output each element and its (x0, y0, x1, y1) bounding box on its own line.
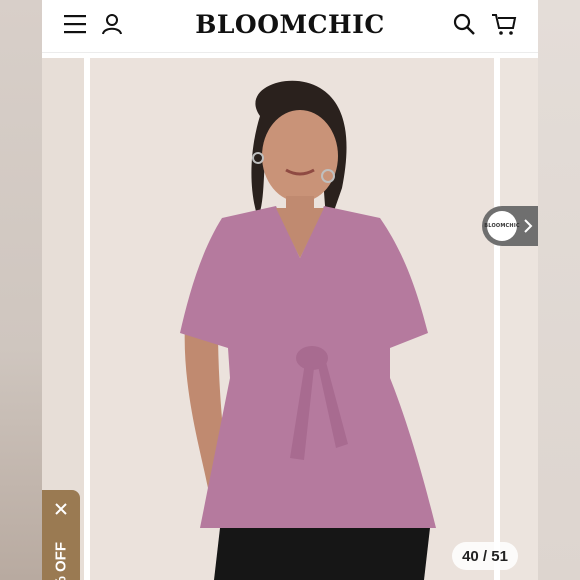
search-icon[interactable] (448, 8, 480, 40)
chevron-right-icon (524, 219, 533, 233)
blurred-right-backdrop (538, 0, 580, 580)
model-illustration (90, 58, 494, 580)
blurred-left-backdrop (0, 0, 42, 580)
product-photo[interactable] (90, 58, 494, 580)
discount-tab[interactable]: % OFF (42, 490, 80, 580)
next-image-button[interactable]: BLOOMCHIC (482, 206, 538, 246)
account-icon[interactable] (96, 8, 128, 40)
brand-thumbnail: BLOOMCHIC (484, 211, 520, 241)
discount-label: % OFF (52, 542, 70, 580)
next-slide-peek[interactable] (500, 58, 538, 580)
brand-logo[interactable]: BLOOMCHIC (192, 4, 388, 44)
close-icon[interactable] (54, 502, 68, 516)
image-counter: 40 / 51 (452, 542, 518, 570)
product-image-gallery[interactable]: BLOOMCHIC 40 / 51 (42, 58, 538, 580)
menu-icon[interactable] (60, 8, 92, 40)
cart-icon[interactable] (488, 8, 520, 40)
site-header: BLOOMCHIC (42, 0, 538, 53)
mobile-viewport: BLOOMCHIC BLOOMCHIC 40 / 51 % OFF (42, 0, 538, 580)
